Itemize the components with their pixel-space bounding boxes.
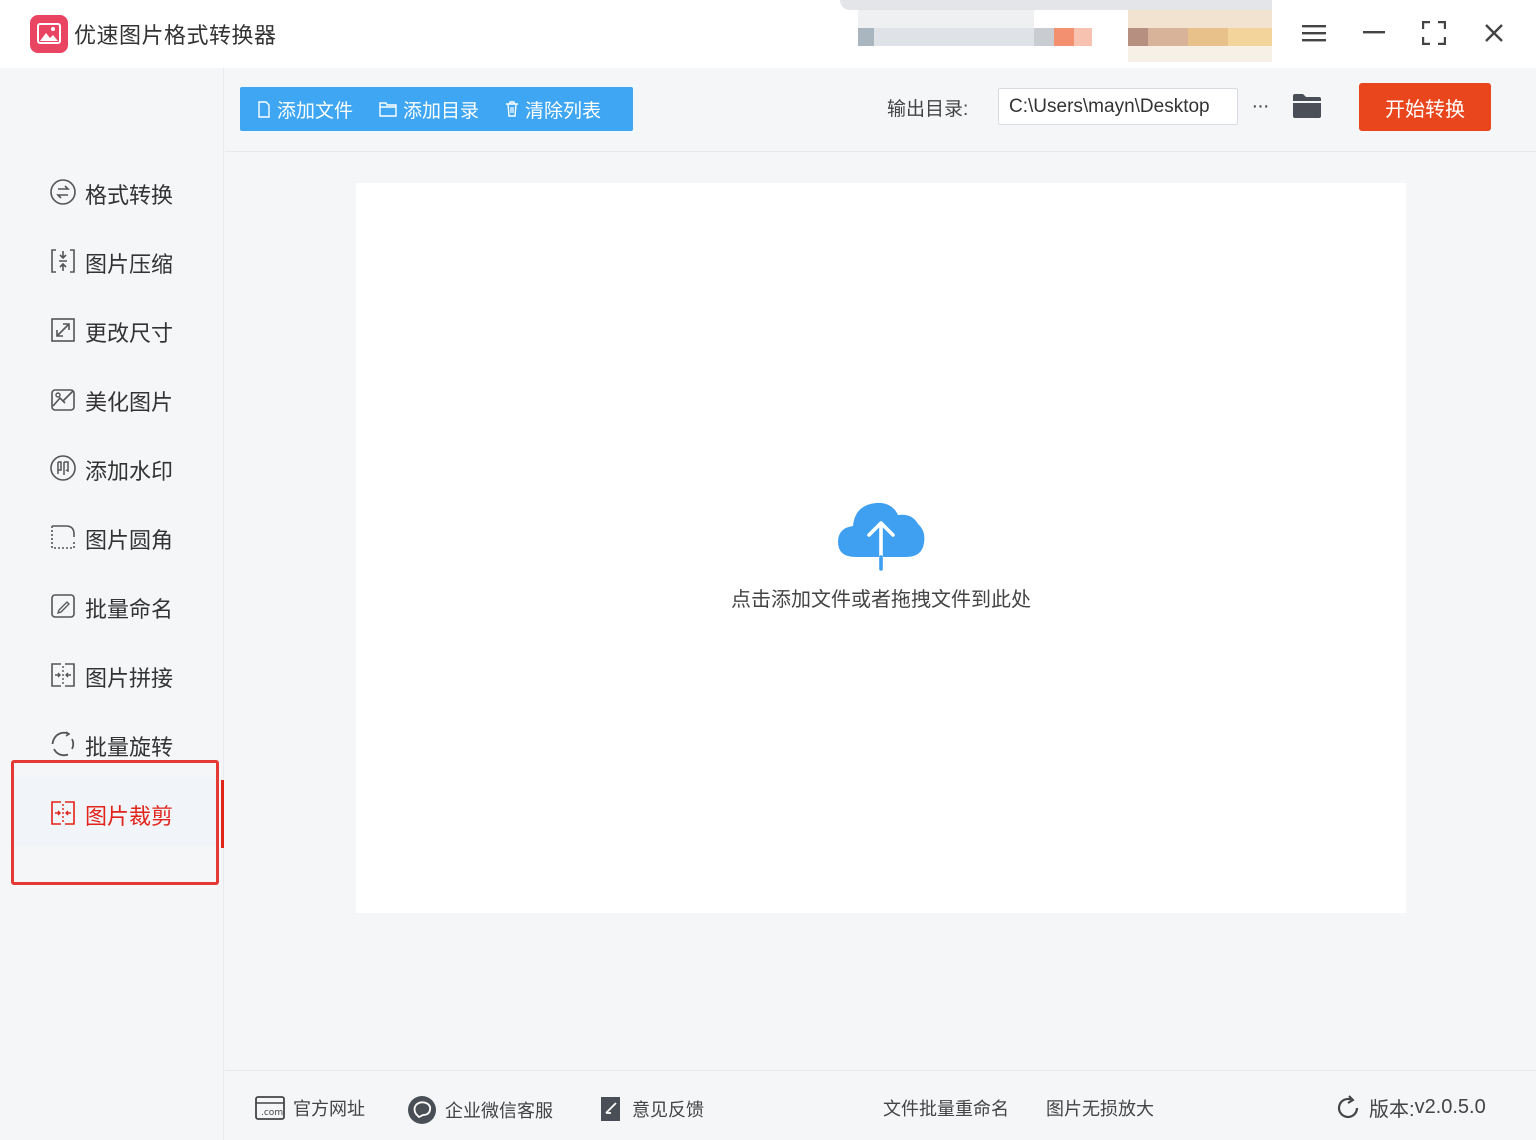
file-actions-group: 添加文件 添加目录 清除列表 <box>240 87 633 131</box>
add-folder-label: 添加目录 <box>403 100 480 122</box>
sidebar-item-label: 批量命名 <box>85 597 174 622</box>
minimize-icon <box>1363 31 1385 34</box>
website-label: 官方网址 <box>293 1099 365 1119</box>
sidebar-item-watermark[interactable]: 添加水印 <box>12 432 218 501</box>
sidebar-item-label: 图片压缩 <box>85 252 174 277</box>
svg-text:.com: .com <box>261 1108 283 1118</box>
folder-outline-icon <box>379 102 397 117</box>
stitch-icon <box>51 663 75 687</box>
output-dir-field[interactable]: C:\Users\mayn\Desktop <box>998 88 1238 125</box>
active-item-indicator <box>221 780 224 848</box>
wechat-service-label: 企业微信客服 <box>445 1101 553 1121</box>
clear-list-button[interactable]: 清除列表 <box>505 96 601 123</box>
version-value: v2.0.5.0 <box>1414 1096 1486 1118</box>
output-dir-label: 输出目录: <box>887 99 969 120</box>
footer: .com 官方网址 企业微信客服 意见反馈 文件批量重命名 图片无损放大 版本:… <box>225 1070 1536 1140</box>
menu-button[interactable] <box>1296 16 1332 50</box>
toolbar: 添加文件 添加目录 清除列表 输出目录: C:\Users\mayn\Deskt… <box>225 68 1536 152</box>
maximize-button[interactable] <box>1416 16 1452 50</box>
refresh-icon <box>1337 1094 1359 1118</box>
add-file-button[interactable]: 添加文件 <box>257 96 353 123</box>
sidebar-item-label: 图片拼接 <box>85 666 174 691</box>
sidebar-item-stitch[interactable]: 图片拼接 <box>12 639 218 708</box>
add-file-label: 添加文件 <box>277 100 354 122</box>
sidebar-item-label: 更改尺寸 <box>85 321 174 346</box>
wechat-service-link[interactable]: 企业微信客服 <box>407 1095 553 1125</box>
folder-icon <box>1293 94 1321 118</box>
compress-icon <box>51 249 75 273</box>
app-title: 优速图片格式转换器 <box>74 23 277 48</box>
version-label: 版本: <box>1369 1099 1415 1121</box>
close-icon <box>1485 24 1503 42</box>
rename-icon <box>51 594 75 618</box>
sidebar-item-beautify[interactable]: 美化图片 <box>12 363 218 432</box>
browse-more-button[interactable]: ··· <box>1245 90 1275 122</box>
chat-bubble-icon <box>408 1096 436 1124</box>
clear-list-label: 清除列表 <box>525 100 602 122</box>
batch-rename-label: 文件批量重命名 <box>883 1099 1009 1119</box>
blurred-banner <box>840 0 1272 62</box>
add-folder-button[interactable]: 添加目录 <box>379 96 479 123</box>
batch-rename-link[interactable]: 文件批量重命名 <box>883 1095 1009 1121</box>
sidebar-item-label: 美化图片 <box>85 390 174 415</box>
format-convert-icon <box>50 179 76 205</box>
beautify-icon <box>51 389 75 411</box>
resize-icon <box>51 318 75 342</box>
website-icon: .com <box>255 1096 285 1120</box>
hamburger-icon <box>1302 25 1326 42</box>
active-item-highlight <box>11 760 219 885</box>
start-convert-button[interactable]: 开始转换 <box>1359 83 1491 131</box>
file-icon <box>258 100 270 118</box>
trash-icon <box>506 101 519 117</box>
lossless-zoom-label: 图片无损放大 <box>1046 1099 1154 1119</box>
open-folder-button[interactable] <box>1291 92 1323 120</box>
feedback-link[interactable]: 意见反馈 <box>600 1095 704 1123</box>
sidebar-item-rounded-corner[interactable]: 图片圆角 <box>12 501 218 570</box>
sidebar-item-format-convert[interactable]: 格式转换 <box>12 156 218 225</box>
sidebar-item-label: 图片圆角 <box>85 528 174 553</box>
rounded-corner-icon <box>51 525 75 549</box>
drop-hint-text: 点击添加文件或者拖拽文件到此处 <box>731 589 1031 611</box>
rotate-icon <box>51 731 75 757</box>
sidebar-item-rename[interactable]: 批量命名 <box>12 570 218 639</box>
title-bar: 优速图片格式转换器 <box>0 0 1536 68</box>
close-button[interactable] <box>1476 16 1512 50</box>
website-link[interactable]: .com 官方网址 <box>255 1095 365 1121</box>
lossless-zoom-link[interactable]: 图片无损放大 <box>1046 1095 1154 1121</box>
file-drop-area[interactable]: 点击添加文件或者拖拽文件到此处 <box>356 183 1406 913</box>
version-info: 版本: v2.0.5.0 <box>1335 1093 1486 1122</box>
watermark-icon <box>50 455 76 481</box>
app-logo-icon <box>30 15 68 53</box>
feedback-icon <box>601 1097 620 1121</box>
cloud-upload-icon <box>838 502 925 571</box>
sidebar-item-compress[interactable]: 图片压缩 <box>12 225 218 294</box>
sidebar-item-resize[interactable]: 更改尺寸 <box>12 294 218 363</box>
minimize-button[interactable] <box>1356 16 1392 50</box>
sidebar-item-label: 添加水印 <box>85 459 174 484</box>
sidebar-item-label: 格式转换 <box>85 183 174 208</box>
fullscreen-icon <box>1422 21 1446 45</box>
feedback-label: 意见反馈 <box>632 1100 704 1120</box>
sidebar-item-label: 批量旋转 <box>85 735 174 760</box>
